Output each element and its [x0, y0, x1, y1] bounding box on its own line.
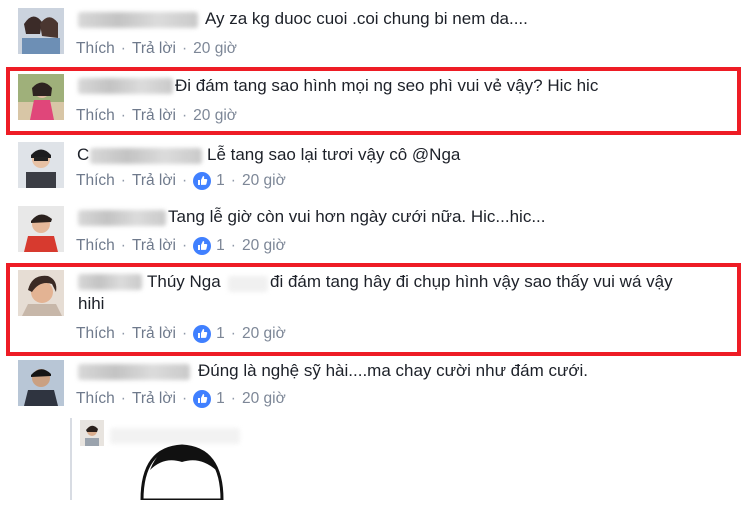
comment-text: Lễ tang sao lại tươi vậy cô @Nga: [207, 145, 461, 164]
timestamp[interactable]: 20 giờ: [242, 237, 286, 255]
reply-link[interactable]: Trả lời: [132, 172, 176, 190]
separator: ·: [181, 390, 188, 407]
thumbs-up-icon[interactable]: [193, 237, 212, 255]
comment-4: Tang lễ giờ còn vui hơn ngày cưới nữa. H…: [0, 200, 750, 264]
like-link[interactable]: Thích: [76, 40, 115, 58]
separator: ·: [181, 237, 188, 254]
thumbs-up-icon[interactable]: [193, 390, 212, 408]
separator: ·: [120, 40, 126, 57]
separator: ·: [181, 40, 188, 57]
author-name[interactable]: [78, 12, 198, 28]
avatar[interactable]: [18, 8, 64, 54]
timestamp[interactable]: 20 giờ: [193, 40, 237, 58]
reply-link[interactable]: Trả lời: [132, 237, 176, 255]
author-name[interactable]: [78, 364, 190, 380]
timestamp[interactable]: 20 giờ: [242, 172, 286, 190]
comment-prefix: C: [77, 145, 90, 164]
separator: ·: [120, 390, 126, 407]
comment-text: Đúng là nghệ sỹ hài....ma chay cười như …: [198, 361, 588, 380]
separator: ·: [230, 237, 236, 254]
comment-3: C Lễ tang sao lại tươi vậy cô @Nga Thích…: [0, 134, 750, 200]
author-name[interactable]: [78, 210, 166, 226]
avatar[interactable]: [18, 206, 64, 252]
sticker-image: [130, 440, 240, 502]
reply-thread-line: [70, 418, 72, 500]
like-link[interactable]: Thích: [76, 172, 115, 190]
comment-actions: Thích · Trả lời · 1 · 20 giờ: [76, 172, 286, 190]
comment-text: Tang lễ giờ còn vui hơn ngày cưới nữa. H…: [168, 207, 546, 226]
highlight-box: [6, 263, 741, 356]
timestamp[interactable]: 20 giờ: [242, 390, 286, 408]
comment-text: Ay za kg duoc cuoi .coi chung bi nem da.…: [205, 9, 528, 28]
avatar[interactable]: [80, 420, 104, 446]
separator: ·: [120, 237, 126, 254]
highlight-box: [6, 67, 741, 135]
reply-link[interactable]: Trả lời: [132, 40, 176, 58]
comment-1: Ay za kg duoc cuoi .coi chung bi nem da.…: [0, 0, 750, 66]
reaction-count[interactable]: 1: [216, 237, 225, 255]
comment-6: Đúng là nghệ sỹ hài....ma chay cười như …: [0, 356, 750, 416]
comment-actions: Thích · Trả lời · 20 giờ: [76, 40, 237, 58]
separator: ·: [181, 172, 188, 189]
comment-actions: Thích · Trả lời · 1 · 20 giờ: [76, 237, 286, 255]
reply-link[interactable]: Trả lời: [132, 390, 176, 408]
author-name[interactable]: [90, 148, 202, 164]
thumbs-up-icon[interactable]: [193, 172, 212, 190]
separator: ·: [120, 172, 126, 189]
reaction-count[interactable]: 1: [216, 390, 225, 408]
avatar[interactable]: [18, 142, 64, 188]
comment-actions: Thích · Trả lời · 1 · 20 giờ: [76, 390, 286, 408]
reaction-count[interactable]: 1: [216, 172, 225, 190]
separator: ·: [230, 390, 236, 407]
like-link[interactable]: Thích: [76, 390, 115, 408]
like-link[interactable]: Thích: [76, 237, 115, 255]
separator: ·: [230, 172, 236, 189]
avatar[interactable]: [18, 360, 64, 406]
